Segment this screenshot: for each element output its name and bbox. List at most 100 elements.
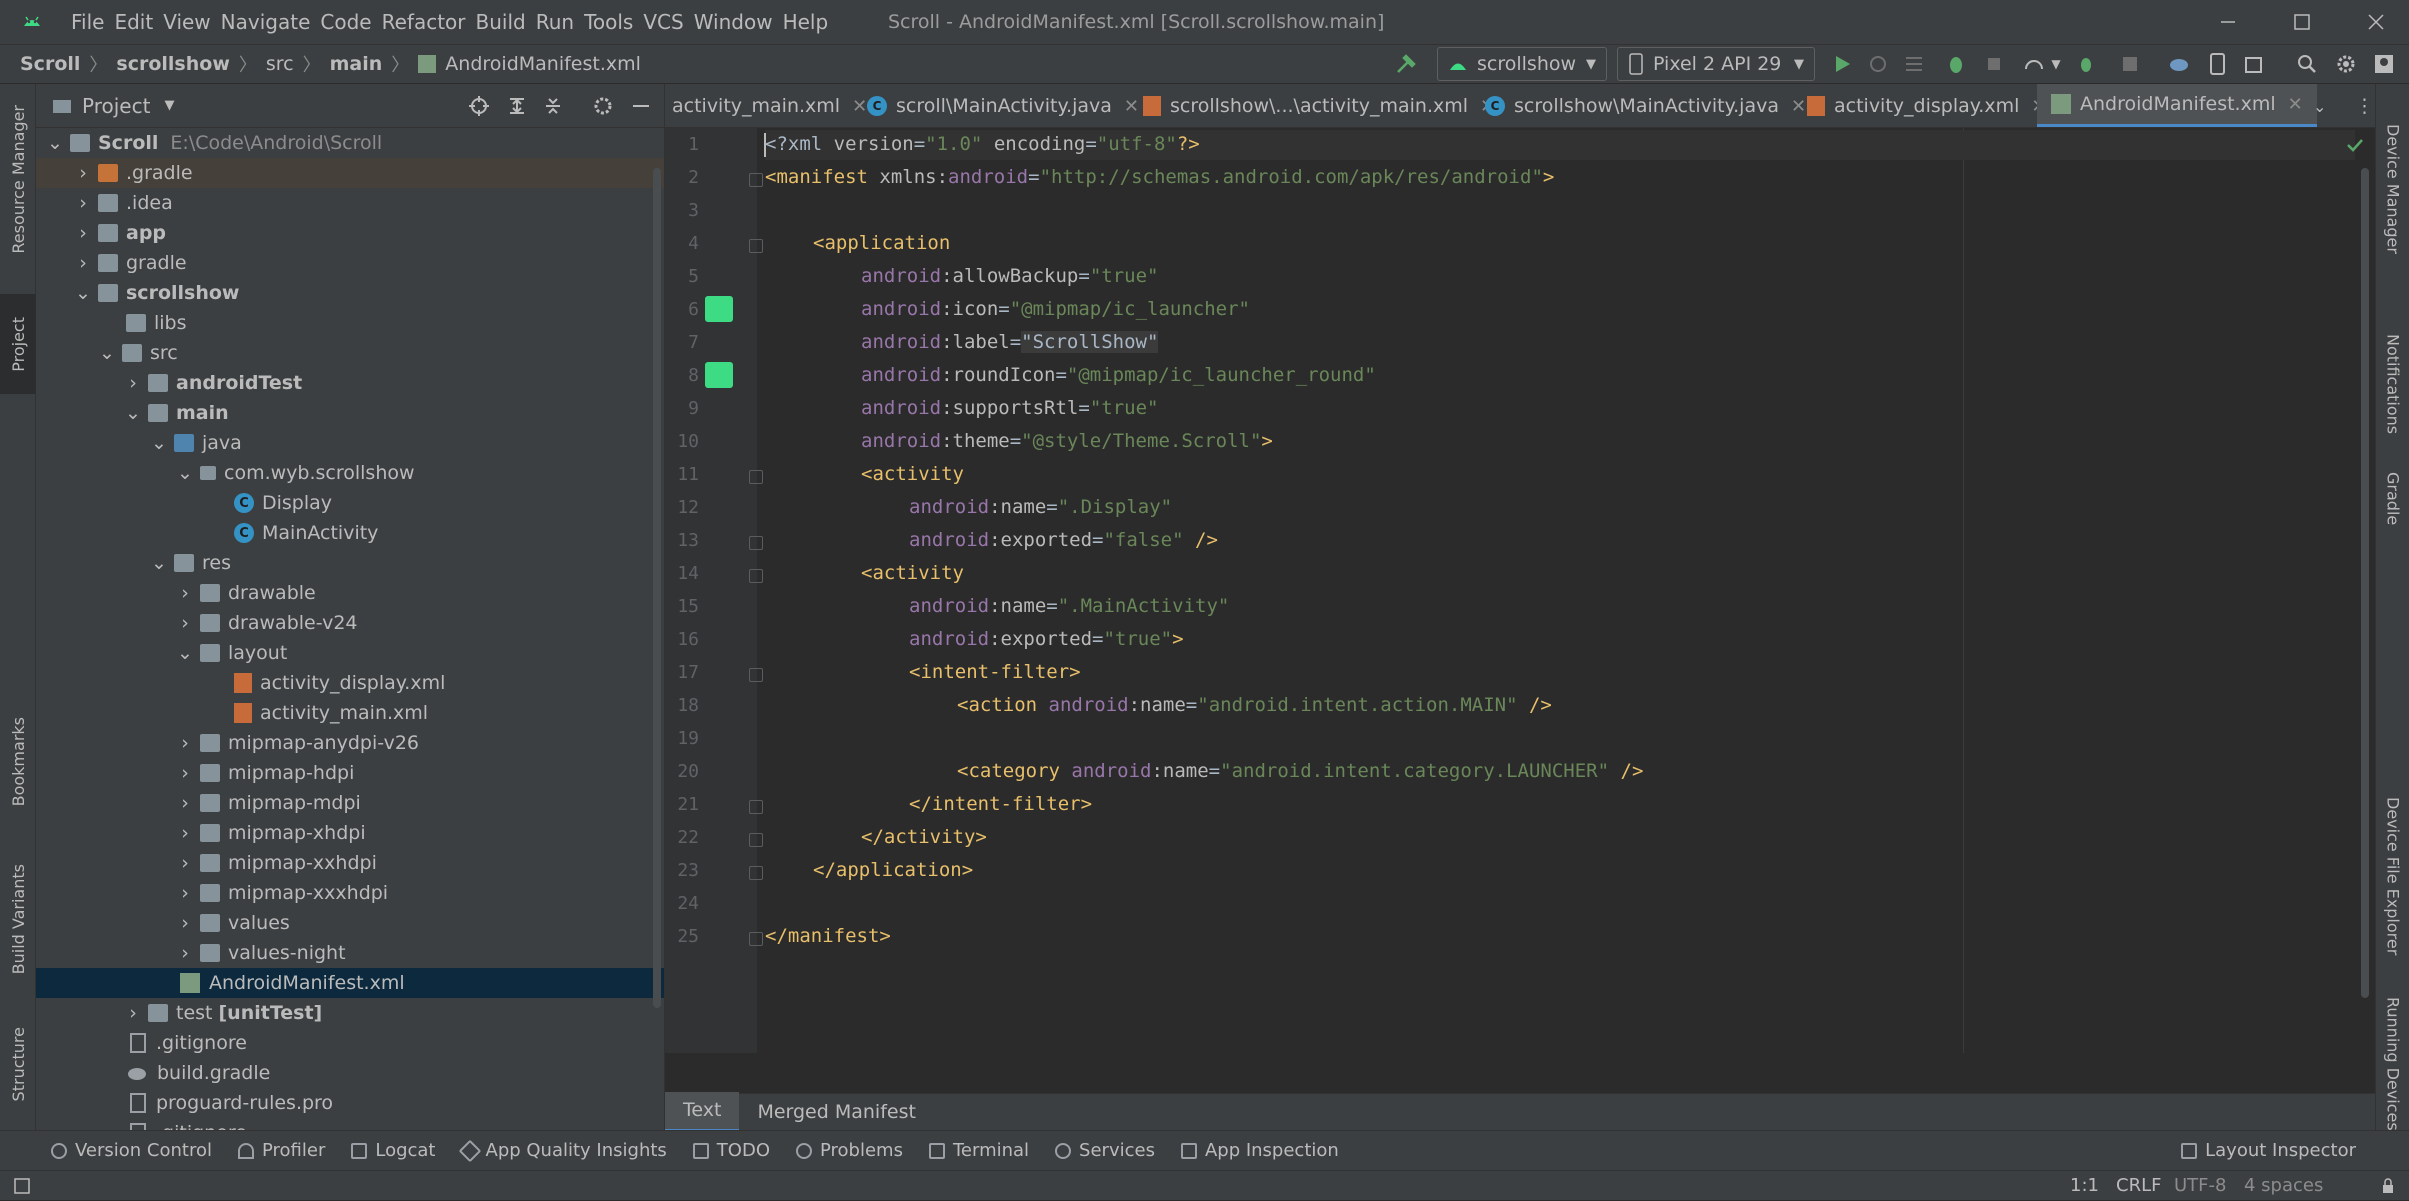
tab-bookmarks[interactable]: Bookmarks (0, 704, 36, 819)
breadcrumb-main[interactable]: main (330, 53, 383, 75)
menu-build[interactable]: Build (471, 0, 531, 44)
expand-all-icon[interactable] (506, 95, 528, 117)
line-separator[interactable]: CRLF (2116, 1171, 2161, 1201)
tab-activity-main[interactable]: activity_main.xml ✕ (672, 84, 867, 127)
caret-position[interactable]: 1:1 (2070, 1171, 2099, 1201)
tree-row-mipmap-xhdpi[interactable]: › mipmap-xhdpi (36, 818, 664, 848)
close-icon[interactable]: ✕ (1791, 96, 1806, 117)
tree-row-mipmap-anydpi[interactable]: › mipmap-anydpi-v26 (36, 728, 664, 758)
dropdown-arrow-icon[interactable]: ▼ (164, 98, 174, 113)
tree-row-androidtest[interactable]: › androidTest (36, 368, 664, 398)
tab-more-options[interactable]: ⋮ (2355, 84, 2374, 127)
tree-row-layout[interactable]: ⌄ layout (36, 638, 664, 668)
tab-scrollshow-activity-main[interactable]: scrollshow\...\activity_main.xml✕ (1143, 84, 1495, 127)
tool-layout-inspector[interactable]: Layout Inspector (2168, 1140, 2369, 1161)
stop-button[interactable] (2116, 50, 2144, 78)
run-config-select[interactable]: scrollshow ▼ (1437, 47, 1607, 81)
fold-marker-icon[interactable] (749, 800, 763, 814)
tree-row-android-manifest[interactable]: AndroidManifest.xml (36, 968, 664, 998)
tree-row-libs[interactable]: libs (36, 308, 664, 338)
tree-row-scrollshow[interactable]: ⌄ scrollshow (36, 278, 664, 308)
file-encoding[interactable]: UTF-8 (2174, 1171, 2226, 1201)
fold-marker-icon[interactable] (749, 173, 763, 187)
tab-device-manager[interactable]: Device Manager (2376, 104, 2409, 274)
minimize-button[interactable] (2198, 0, 2258, 44)
menu-tools[interactable]: Tools (579, 0, 638, 44)
sync-gradle-button[interactable] (2166, 50, 2194, 78)
tab-activity-display[interactable]: activity_display.xml✕ (1807, 84, 2046, 127)
device-manager-button[interactable] (2204, 50, 2232, 78)
menu-edit[interactable]: Edit (109, 0, 158, 44)
fold-marker-icon[interactable] (749, 569, 763, 583)
tool-problems[interactable]: Problems (783, 1140, 916, 1161)
device-select[interactable]: Pixel 2 API 29 ▼ (1617, 47, 1815, 81)
tree-row-activity-display[interactable]: activity_display.xml (36, 668, 664, 698)
menu-navigate[interactable]: Navigate (216, 0, 316, 44)
menu-refactor[interactable]: Refactor (377, 0, 471, 44)
tab-build-variants[interactable]: Build Variants (0, 844, 36, 994)
tool-app-inspection[interactable]: App Inspection (1168, 1140, 1352, 1161)
breadcrumb-scroll[interactable]: Scroll (20, 53, 80, 75)
tree-row-root[interactable]: ⌄ Scroll E:\Code\Android\Scroll (36, 128, 664, 158)
tree-row-drawable-v24[interactable]: › drawable-v24 (36, 608, 664, 638)
menu-help[interactable]: Help (778, 0, 834, 44)
menu-run[interactable]: Run (531, 0, 579, 44)
indent-setting[interactable]: 4 spaces (2244, 1171, 2323, 1201)
hammer-build-icon[interactable] (1392, 50, 1420, 78)
tool-todo[interactable]: TODO (680, 1140, 783, 1161)
tree-row-main[interactable]: ⌄ main (36, 398, 664, 428)
fold-marker-icon[interactable] (749, 932, 763, 946)
fold-marker-icon[interactable] (749, 668, 763, 682)
tab-merged-manifest[interactable]: Merged Manifest (739, 1094, 934, 1131)
collapse-all-icon[interactable] (542, 95, 564, 117)
tree-row-mipmap-xxhdpi[interactable]: › mipmap-xxhdpi (36, 848, 664, 878)
tree-row-display[interactable]: C Display (36, 488, 664, 518)
tree-row-mipmap-mdpi[interactable]: › mipmap-mdpi (36, 788, 664, 818)
panel-toggle-icon[interactable] (14, 1178, 30, 1194)
profile-button[interactable] (2020, 50, 2048, 78)
editor-scrollbar[interactable] (2361, 168, 2369, 998)
tool-profiler[interactable]: Profiler (225, 1140, 338, 1161)
tree-row-java[interactable]: ⌄ java (36, 428, 664, 458)
menu-view[interactable]: View (158, 0, 215, 44)
attach-debugger-button[interactable] (1980, 50, 2008, 78)
fold-marker-icon[interactable] (749, 536, 763, 550)
menu-vcs[interactable]: VCS (638, 0, 688, 44)
breadcrumb-scrollshow[interactable]: scrollshow (116, 53, 229, 75)
close-window-button[interactable] (2346, 0, 2406, 44)
tree-row-proguard[interactable]: proguard-rules.pro (36, 1088, 664, 1118)
android-icon[interactable] (705, 362, 733, 388)
tree-row-idea[interactable]: › .idea (36, 188, 664, 218)
tree-row-gitignore[interactable]: .gitignore (36, 1028, 664, 1058)
close-icon[interactable]: ✕ (852, 96, 867, 117)
maximize-button[interactable] (2272, 0, 2332, 44)
tab-scrollshow-mainactivity[interactable]: Cscrollshow\MainActivity.java ✕ (1485, 84, 1806, 127)
menu-file[interactable]: File (66, 0, 109, 44)
locate-icon[interactable] (468, 95, 490, 117)
tool-terminal[interactable]: Terminal (916, 1140, 1042, 1161)
tree-row-res[interactable]: ⌄ res (36, 548, 664, 578)
tree-row-activity-main[interactable]: activity_main.xml (36, 698, 664, 728)
breadcrumb-file[interactable]: AndroidManifest.xml (445, 53, 641, 75)
tab-list-dropdown[interactable]: ⌄ (2313, 84, 2326, 127)
apply-changes-button[interactable] (1864, 50, 1892, 78)
sdk-manager-button[interactable] (2240, 50, 2268, 78)
settings-button[interactable] (2332, 50, 2360, 78)
fold-marker-icon[interactable] (749, 470, 763, 484)
fold-marker-icon[interactable] (749, 833, 763, 847)
account-button[interactable] (2370, 50, 2398, 78)
tree-row-mipmap-hdpi[interactable]: › mipmap-hdpi (36, 758, 664, 788)
project-view-select[interactable]: Project (82, 94, 150, 118)
tab-gradle[interactable]: Gradle (2376, 444, 2409, 554)
lock-icon[interactable] (2380, 1178, 2396, 1194)
apply-code-changes-button[interactable] (1900, 50, 1928, 78)
search-everywhere-button[interactable] (2293, 50, 2321, 78)
tool-app-quality-insights[interactable]: App Quality Insights (449, 1139, 680, 1162)
debug-button[interactable] (1942, 50, 1970, 78)
hide-panel-icon[interactable] (630, 95, 652, 117)
menu-code[interactable]: Code (315, 0, 376, 44)
close-icon[interactable]: ✕ (1124, 96, 1139, 117)
tool-version-control[interactable]: Version Control (38, 1140, 225, 1161)
tree-row-mainactivity[interactable]: C MainActivity (36, 518, 664, 548)
tree-row-src[interactable]: ⌄ src (36, 338, 664, 368)
